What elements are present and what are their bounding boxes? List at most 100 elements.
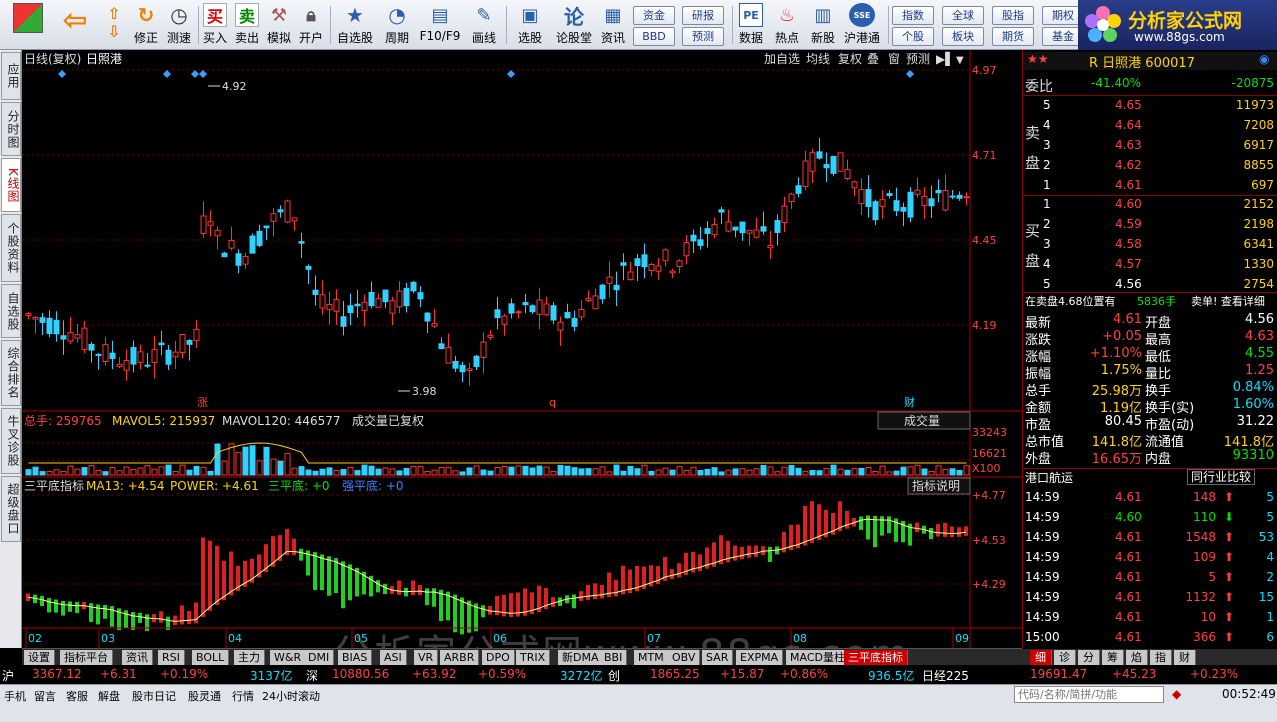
- indicator-tab[interactable]: MTM: [634, 650, 669, 665]
- indicator-tab[interactable]: RSI: [158, 650, 185, 665]
- app-menu-icon[interactable]: [8, 3, 48, 47]
- tab-stock-profile[interactable]: 个股资料: [1, 214, 21, 282]
- tab-super-orderbook[interactable]: 超级盘口: [1, 476, 21, 542]
- back-button[interactable]: ⇦: [55, 3, 95, 47]
- indicator-tab[interactable]: W&R: [270, 650, 307, 665]
- indicator-tab[interactable]: EXPMA: [736, 650, 784, 665]
- open-account-button[interactable]: 🔒︎ 开户: [296, 3, 326, 47]
- hotspot-button[interactable]: ♨ 热点: [772, 3, 802, 47]
- quote-tab[interactable]: 分: [1078, 650, 1100, 665]
- sell-level-row[interactable]: 3 4.63 6917: [1023, 138, 1277, 155]
- quote-tab[interactable]: 指: [1150, 650, 1172, 665]
- indicator-tab[interactable]: 资讯: [122, 650, 153, 665]
- indicator-tab[interactable]: BBI: [600, 650, 628, 665]
- quote-tab[interactable]: 细: [1030, 650, 1052, 665]
- indicator-tab[interactable]: BOLL: [192, 650, 230, 665]
- sector-button[interactable]: 板块: [942, 27, 984, 46]
- indicator-tab[interactable]: OBV: [668, 650, 701, 665]
- chart-header-button[interactable]: 均线: [806, 52, 830, 66]
- f10-button[interactable]: ▤ F10/F9: [418, 3, 462, 47]
- event-diamond[interactable]: [199, 70, 207, 78]
- footer-message[interactable]: 留言: [34, 688, 56, 704]
- sell-level-row[interactable]: 1 4.61 697: [1023, 178, 1277, 195]
- fix-button[interactable]: ↻ 修正: [130, 3, 162, 47]
- event-marker[interactable]: q: [549, 396, 556, 409]
- chrome-icon[interactable]: ◉: [1259, 52, 1269, 66]
- indicator-tab[interactable]: 设置: [24, 650, 55, 665]
- buy-level-row[interactable]: 3 4.58 6341: [1023, 237, 1277, 254]
- indicator-tab[interactable]: 三平底指标: [844, 650, 908, 665]
- indicator-tab[interactable]: BIAS: [338, 650, 373, 665]
- event-diamond[interactable]: [906, 70, 914, 78]
- chart-header-button[interactable]: 窗: [888, 52, 900, 66]
- stock-index-futures-button[interactable]: 股指: [992, 6, 1034, 25]
- forum-button[interactable]: 论论股堂: [554, 3, 594, 47]
- buy-level-row[interactable]: 2 4.59 2198: [1023, 217, 1277, 234]
- quote-tab[interactable]: 财: [1174, 650, 1196, 665]
- period-button[interactable]: ◔ 周期: [380, 3, 414, 47]
- watchlist-button[interactable]: ★ 自选股: [334, 3, 376, 47]
- indicator-tab[interactable]: ASI: [380, 650, 407, 665]
- chart-header-button[interactable]: 复权: [838, 52, 862, 66]
- event-marker[interactable]: 财: [904, 395, 915, 409]
- footer-mobile[interactable]: 手机: [4, 688, 26, 704]
- indicator-tab[interactable]: SAR: [702, 650, 734, 665]
- search-icon[interactable]: ◆: [1172, 687, 1181, 701]
- index-button[interactable]: 指数: [892, 6, 934, 25]
- indicator-tab[interactable]: 主力: [234, 650, 265, 665]
- industry-compare-button[interactable]: 同行业比较: [1187, 469, 1256, 485]
- event-diamond[interactable]: [58, 70, 66, 78]
- forecast-button[interactable]: 预测: [682, 27, 724, 46]
- sell-level-row[interactable]: 2 4.62 8855: [1023, 158, 1277, 175]
- chart-nav-icon[interactable]: ▶▌: [936, 51, 954, 66]
- event-diamond[interactable]: [163, 70, 171, 78]
- tab-intraday[interactable]: 分时图: [1, 102, 21, 156]
- stock-button[interactable]: 个股: [892, 27, 934, 46]
- bbd-button[interactable]: BBD: [633, 27, 675, 46]
- footer-market[interactable]: 行情: [232, 688, 254, 704]
- quote-tab[interactable]: 诊: [1054, 650, 1076, 665]
- indicator-tab[interactable]: ARBR: [440, 650, 480, 665]
- event-marker[interactable]: 涨: [197, 396, 208, 409]
- buy-level-row[interactable]: 4 4.57 1330: [1023, 257, 1277, 274]
- orderbook-info-link[interactable]: 卖单! 查看详细: [1191, 293, 1265, 309]
- event-diamond[interactable]: [507, 70, 515, 78]
- global-button[interactable]: 全球: [942, 6, 984, 25]
- quote-tab[interactable]: 焰: [1126, 650, 1148, 665]
- chart-header-button[interactable]: 加自选: [764, 52, 800, 66]
- draw-line-button[interactable]: ✎ 画线: [466, 3, 502, 47]
- research-button[interactable]: 研报: [682, 6, 724, 25]
- indicator-tab[interactable]: 指标平台: [60, 650, 113, 665]
- buy-button[interactable]: 买买入: [200, 3, 230, 47]
- hk-connect-button[interactable]: SSE 沪港通: [842, 3, 882, 47]
- indicator-tab[interactable]: VR: [414, 650, 439, 665]
- ipo-button[interactable]: ▥ 新股: [808, 3, 838, 47]
- tab-kline[interactable]: K线图: [1, 158, 21, 212]
- futures-button[interactable]: 期货: [992, 27, 1034, 46]
- tab-ranking[interactable]: 综合排名: [1, 340, 21, 406]
- event-diamond[interactable]: [191, 70, 199, 78]
- stock-picker-button[interactable]: ▣ 选股: [510, 3, 550, 47]
- indicator-tab[interactable]: DMI: [304, 650, 335, 665]
- chart-area[interactable]: 日线(复权) 日照港 加自选 均线 复权叠窗预测 ▶▌ ▼ 4.97 4.71 4.45…: [22, 50, 1022, 678]
- indicator-tab[interactable]: DPO: [482, 650, 515, 665]
- buy-level-row[interactable]: 5 4.56 2754: [1023, 277, 1277, 294]
- footer-analysis[interactable]: 解盘: [98, 688, 120, 704]
- tab-watchlist[interactable]: 自选股: [1, 284, 21, 338]
- buy-level-row[interactable]: 1 4.60 2152: [1023, 197, 1277, 214]
- footer-support[interactable]: 客服: [66, 688, 88, 704]
- kline-chart[interactable]: 日线(复权) 日照港 加自选 均线 复权叠窗预测 ▶▌ ▼ 4.97 4.71 4.45…: [22, 50, 1022, 648]
- footer-news-scroll[interactable]: 24小时滚动: [262, 688, 320, 704]
- chart-header-button[interactable]: 预测: [906, 52, 930, 66]
- chart-header-button[interactable]: 叠: [867, 52, 879, 66]
- sell-level-row[interactable]: 4 4.64 7208: [1023, 118, 1277, 135]
- footer-guling[interactable]: 股灵通: [188, 688, 221, 704]
- data-button[interactable]: PE 数据: [736, 3, 766, 47]
- simulate-button[interactable]: ⚒ 模拟: [264, 3, 294, 47]
- indicator-tab[interactable]: TRIX: [516, 650, 551, 665]
- tab-apps[interactable]: 应用: [1, 52, 21, 100]
- tab-diagnosis[interactable]: 牛叉诊股: [1, 408, 21, 474]
- search-input[interactable]: [1014, 686, 1164, 703]
- up-down-button[interactable]: ⇧ ⇩: [102, 3, 126, 47]
- chart-menu-icon[interactable]: ▼: [956, 55, 964, 66]
